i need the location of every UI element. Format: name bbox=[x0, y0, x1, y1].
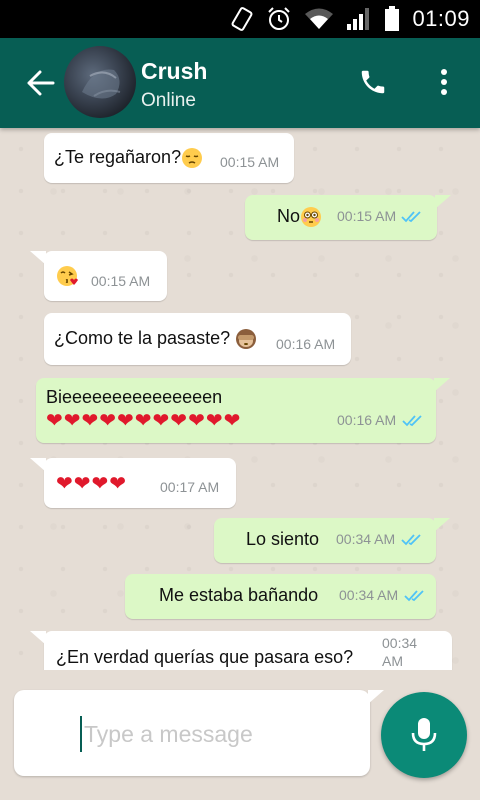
message-time: 00:34 bbox=[382, 635, 418, 651]
message-time: AM bbox=[382, 653, 403, 669]
message-bubble[interactable]: ¿Te regañaron? 00:15 AM bbox=[44, 133, 294, 183]
kebab-menu-icon bbox=[441, 69, 447, 95]
back-arrow-icon bbox=[27, 70, 55, 96]
face-blowing-kiss-icon bbox=[57, 266, 78, 286]
message-time: 00:15 AM bbox=[337, 208, 397, 224]
message-time: 00:16 AM bbox=[337, 412, 397, 428]
vibrate-icon bbox=[230, 5, 254, 33]
voice-record-button[interactable] bbox=[381, 692, 467, 778]
message-bubble[interactable]: Me estaba bañando 00:34 AM bbox=[125, 574, 436, 619]
status-time: 01:09 bbox=[412, 6, 470, 31]
hearts-emoji-row: ❤❤❤❤❤❤❤❤❤❤❤ bbox=[46, 410, 242, 432]
message-bubble[interactable]: ¿Como te la pasaste? 00:16 AM bbox=[44, 313, 351, 365]
pensive-face-icon bbox=[182, 148, 203, 169]
message-time: 00:15 AM bbox=[91, 273, 151, 289]
hearts-emoji-row: ❤❤❤❤ bbox=[56, 473, 128, 495]
message-text-content: ¿Como te la pasaste? bbox=[54, 328, 231, 348]
message-text: ¿En verdad querías que pasara eso? bbox=[56, 647, 354, 667]
status-icons: 01:09 bbox=[230, 0, 470, 38]
message-text: Me estaba bañando bbox=[159, 585, 319, 605]
message-bubble[interactable]: Bieeeeeeeeeeeeeeen ❤❤❤❤❤❤❤❤❤❤❤ 00:16 AM bbox=[36, 378, 450, 443]
message-bubble[interactable]: 00:15 AM bbox=[30, 251, 167, 301]
message-text-content: No bbox=[277, 206, 301, 226]
avatar[interactable] bbox=[64, 46, 136, 118]
message-time: 00:34 AM bbox=[339, 587, 399, 603]
microphone-icon bbox=[411, 718, 437, 751]
message-bubble[interactable]: Lo siento 00:34 AM bbox=[214, 518, 450, 563]
message-time: 00:16 AM bbox=[276, 336, 336, 352]
signal-icon bbox=[346, 7, 372, 31]
alarm-icon bbox=[266, 6, 292, 32]
message-time: 00:15 AM bbox=[220, 154, 280, 170]
back-button[interactable] bbox=[24, 66, 58, 100]
message-time: 00:34 AM bbox=[336, 531, 396, 547]
message-text: Bieeeeeeeeeeeeeeen bbox=[46, 387, 223, 407]
wifi-icon bbox=[304, 7, 334, 31]
message-text bbox=[56, 264, 80, 288]
phone-icon bbox=[361, 70, 385, 94]
contact-status: Online bbox=[141, 90, 196, 111]
contact-name[interactable]: Crush bbox=[141, 58, 207, 85]
message-bubble[interactable]: ❤❤❤❤ 00:17 AM bbox=[30, 458, 236, 508]
message-text: Lo siento bbox=[246, 529, 320, 549]
battery-icon bbox=[384, 6, 400, 32]
chat-header: Crush Online bbox=[0, 38, 480, 128]
chat-area[interactable]: ¿Te regañaron? 00:15 AM No 00:15 AM 00:1… bbox=[0, 128, 480, 670]
more-options-button[interactable] bbox=[430, 64, 458, 100]
double-check-icon bbox=[402, 415, 422, 427]
flushed-face-icon bbox=[301, 207, 322, 228]
message-text: ¿Te regañaron? bbox=[54, 147, 203, 169]
double-check-icon bbox=[401, 211, 421, 223]
message-text: No bbox=[277, 206, 322, 228]
message-text: ¿Como te la pasaste? bbox=[54, 328, 257, 350]
double-check-icon bbox=[401, 534, 421, 546]
message-time: 00:17 AM bbox=[160, 479, 220, 495]
message-bubble[interactable]: ¿En verdad querías que pasara eso? 00:34… bbox=[30, 631, 452, 670]
voice-call-button[interactable] bbox=[355, 64, 391, 100]
message-input[interactable] bbox=[80, 716, 350, 752]
message-bubble[interactable]: No 00:15 AM bbox=[245, 195, 451, 240]
see-no-evil-monkey-icon bbox=[236, 329, 257, 350]
status-bar: 01:09 bbox=[0, 0, 480, 38]
message-text-content: ¿Te regañaron? bbox=[54, 147, 182, 167]
message-composer bbox=[14, 690, 384, 776]
double-check-icon bbox=[404, 590, 424, 602]
